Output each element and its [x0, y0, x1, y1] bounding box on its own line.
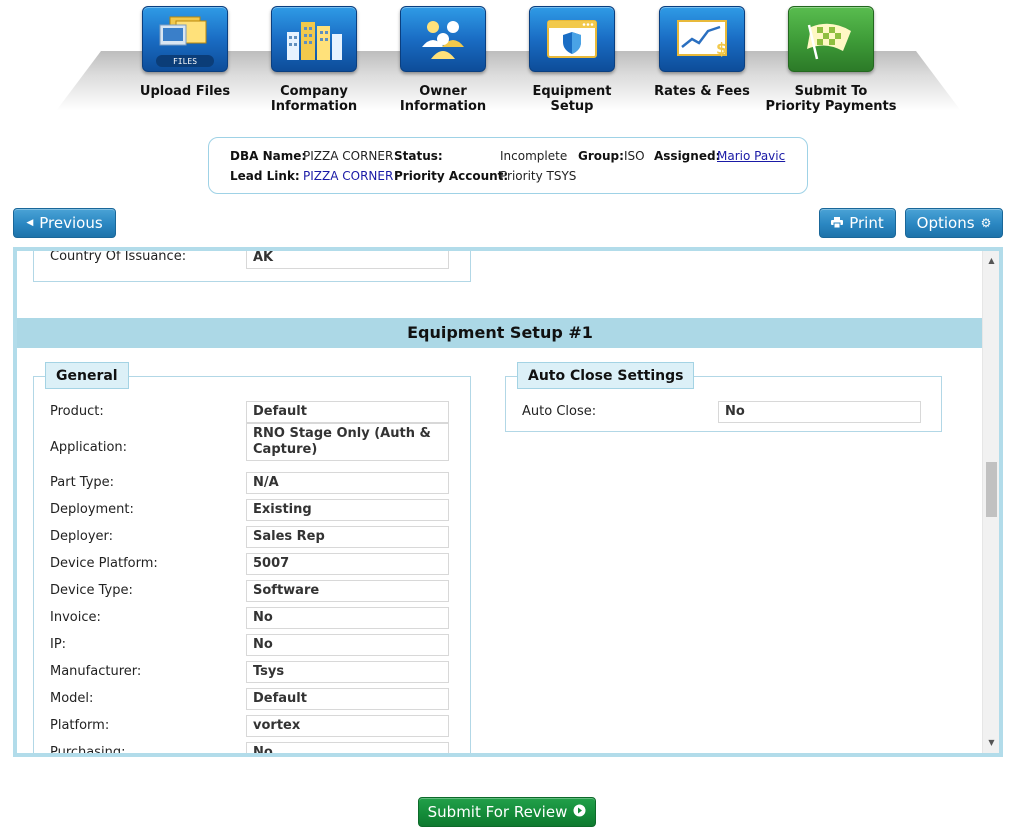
checkered-flag-icon	[788, 6, 874, 72]
application-value: RNO Stage Only (Auth & Capture)	[246, 423, 449, 461]
general-fieldset: General Product: Default Application: RN…	[33, 362, 471, 757]
previous-section-fieldset: Country Of Issuance: AK	[33, 249, 471, 282]
merchant-info-box: DBA Name: PIZZA CORNER Status: Incomplet…	[208, 137, 808, 194]
invoice-value: No	[246, 607, 449, 629]
general-legend: General	[45, 362, 129, 389]
nav-step-rates-fees[interactable]: $ Rates & Fees	[627, 6, 777, 99]
lead-link-label: Lead Link:	[230, 169, 300, 183]
rates-chart-icon: $	[659, 6, 745, 72]
group-label: Group:	[578, 149, 624, 163]
equipment-window-shield-icon	[529, 6, 615, 72]
deployer-value: Sales Rep	[246, 526, 449, 548]
assigned-user-link[interactable]: Mario Pavic	[717, 149, 785, 163]
nav-step-label: Owner Information	[399, 84, 487, 114]
status-label: Status:	[394, 149, 443, 163]
owners-people-icon	[400, 6, 486, 72]
scroll-up-arrow-icon[interactable]: ▲	[983, 253, 999, 269]
previous-button[interactable]: ◀ Previous	[13, 208, 116, 238]
files-icon-text: FILES	[173, 57, 197, 66]
manufacturer-value: Tsys	[246, 661, 449, 683]
scrollbar-thumb[interactable]	[986, 462, 997, 517]
printer-icon	[831, 214, 844, 232]
company-buildings-icon	[271, 6, 357, 72]
nav-step-company-information[interactable]: Company Information	[239, 6, 389, 114]
nav-step-label: Equipment Setup	[532, 84, 612, 114]
purchasing-label: Purchasing:	[50, 745, 126, 757]
purchasing-value: No	[246, 742, 449, 753]
arrow-circle-right-icon	[573, 803, 586, 821]
nav-step-submit[interactable]: Submit To Priority Payments	[756, 6, 906, 114]
submit-for-review-button[interactable]: Submit For Review	[418, 797, 596, 827]
print-button[interactable]: Print	[819, 208, 896, 238]
scroll-down-arrow-icon[interactable]: ▼	[983, 735, 999, 751]
manufacturer-label: Manufacturer:	[50, 664, 142, 679]
nav-step-label: Company Information	[270, 84, 358, 114]
dba-name-label: DBA Name:	[230, 149, 307, 163]
model-value: Default	[246, 688, 449, 710]
country-of-issuance-label: Country Of Issuance:	[50, 249, 187, 264]
device-platform-label: Device Platform:	[50, 556, 158, 571]
application-label: Application:	[50, 440, 128, 455]
nav-step-label: Submit To Priority Payments	[765, 84, 897, 114]
group-value: ISO	[624, 149, 645, 163]
form-scroll-area[interactable]: Country Of Issuance: AK Equipment Setup …	[13, 247, 1003, 757]
platform-value: vortex	[246, 715, 449, 737]
part-type-label: Part Type:	[50, 475, 115, 490]
ip-value: No	[246, 634, 449, 656]
nav-step-equipment-setup[interactable]: Equipment Setup	[497, 6, 647, 114]
section-title: Equipment Setup #1	[17, 318, 983, 348]
auto-close-fieldset: Auto Close Settings Auto Close: No	[505, 362, 942, 432]
nav-step-label: Rates & Fees	[654, 84, 750, 99]
model-label: Model:	[50, 691, 94, 706]
nav-step-upload-files[interactable]: FILES Upload Files	[110, 6, 260, 99]
gear-icon: ⚙	[980, 216, 992, 230]
priority-account-label: Priority Account:	[394, 169, 509, 183]
svg-text:$: $	[716, 39, 727, 58]
options-button[interactable]: Options ⚙	[905, 208, 1003, 238]
lead-link[interactable]: PIZZA CORNER	[303, 169, 393, 183]
product-label: Product:	[50, 404, 104, 419]
invoice-label: Invoice:	[50, 610, 101, 625]
priority-account-value: Priority TSYS	[500, 169, 577, 183]
deployer-label: Deployer:	[50, 529, 114, 544]
status-value: Incomplete	[500, 149, 568, 163]
auto-close-legend: Auto Close Settings	[517, 362, 695, 389]
vertical-scrollbar[interactable]: ▲ ▼	[982, 251, 999, 753]
auto-close-label: Auto Close:	[522, 404, 597, 419]
part-type-value: N/A	[246, 472, 449, 494]
country-of-issuance-value: AK	[246, 251, 449, 269]
platform-label: Platform:	[50, 718, 110, 733]
caret-left-icon: ◀	[26, 218, 34, 228]
upload-files-icon: FILES	[142, 6, 228, 72]
device-type-label: Device Type:	[50, 583, 133, 598]
auto-close-value: No	[718, 401, 921, 423]
nav-step-label: Upload Files	[139, 84, 231, 99]
deployment-label: Deployment:	[50, 502, 134, 517]
product-value: Default	[246, 401, 449, 423]
device-platform-value: 5007	[246, 553, 449, 575]
device-type-value: Software	[246, 580, 449, 602]
deployment-value: Existing	[246, 499, 449, 521]
nav-step-owner-information[interactable]: Owner Information	[368, 6, 518, 114]
ip-label: IP:	[50, 637, 67, 652]
assigned-label: Assigned:	[654, 149, 721, 163]
dba-name-value: PIZZA CORNER	[303, 149, 394, 163]
